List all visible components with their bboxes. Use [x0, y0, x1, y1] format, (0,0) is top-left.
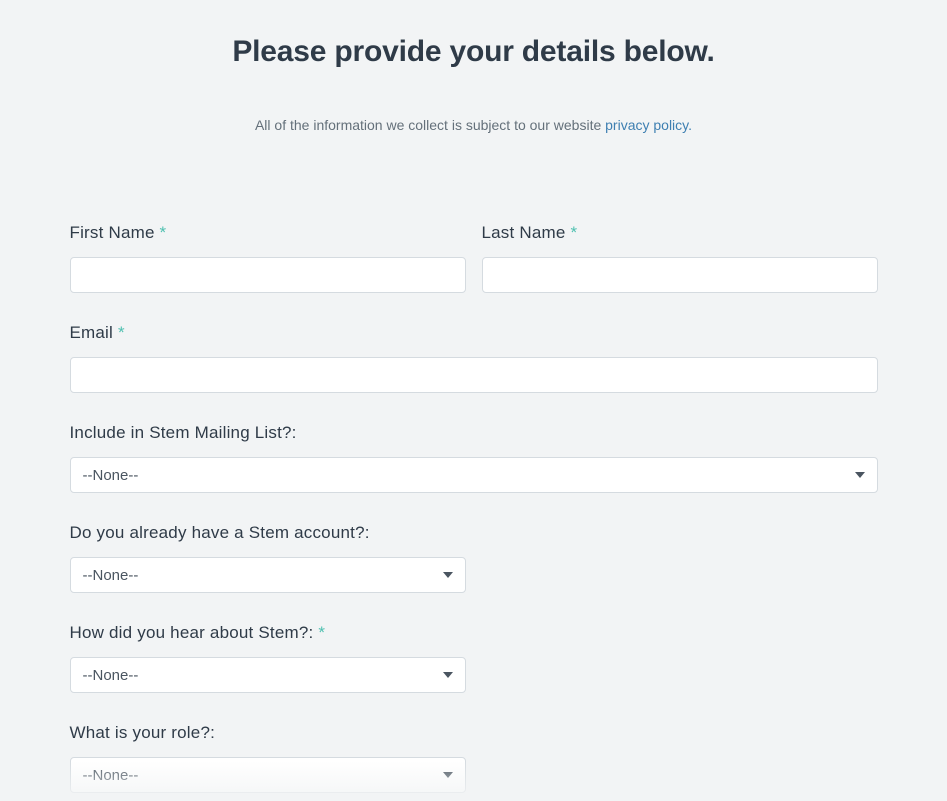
heard-about-selected: --None--: [83, 667, 453, 684]
page-title: Please provide your details below.: [70, 35, 878, 69]
email-label: Email *: [70, 323, 878, 343]
required-marker: *: [570, 223, 577, 242]
chevron-down-icon: [443, 672, 453, 678]
chevron-down-icon: [855, 472, 865, 478]
last-name-field[interactable]: [482, 257, 878, 293]
has-account-label: Do you already have a Stem account?:: [70, 523, 466, 543]
required-marker: *: [318, 623, 325, 642]
email-field[interactable]: [70, 357, 878, 393]
required-marker: *: [160, 223, 167, 242]
role-select[interactable]: --None--: [70, 757, 466, 793]
mailing-list-label: Include in Stem Mailing List?:: [70, 423, 878, 443]
privacy-policy-link[interactable]: privacy policy.: [605, 117, 692, 133]
first-name-field[interactable]: [70, 257, 466, 293]
heard-about-select[interactable]: --None--: [70, 657, 466, 693]
chevron-down-icon: [443, 572, 453, 578]
heard-about-label: How did you hear about Stem?: *: [70, 623, 466, 643]
subtext: All of the information we collect is sub…: [70, 117, 878, 133]
role-label: What is your role?:: [70, 723, 466, 743]
mailing-list-selected: --None--: [83, 467, 865, 484]
has-account-select[interactable]: --None--: [70, 557, 466, 593]
first-name-label: First Name *: [70, 223, 466, 243]
subtext-prefix: All of the information we collect is sub…: [255, 117, 605, 133]
mailing-list-select[interactable]: --None--: [70, 457, 878, 493]
role-selected: --None--: [83, 767, 453, 784]
chevron-down-icon: [443, 772, 453, 778]
required-marker: *: [118, 323, 125, 342]
has-account-selected: --None--: [83, 567, 453, 584]
last-name-label: Last Name *: [482, 223, 878, 243]
